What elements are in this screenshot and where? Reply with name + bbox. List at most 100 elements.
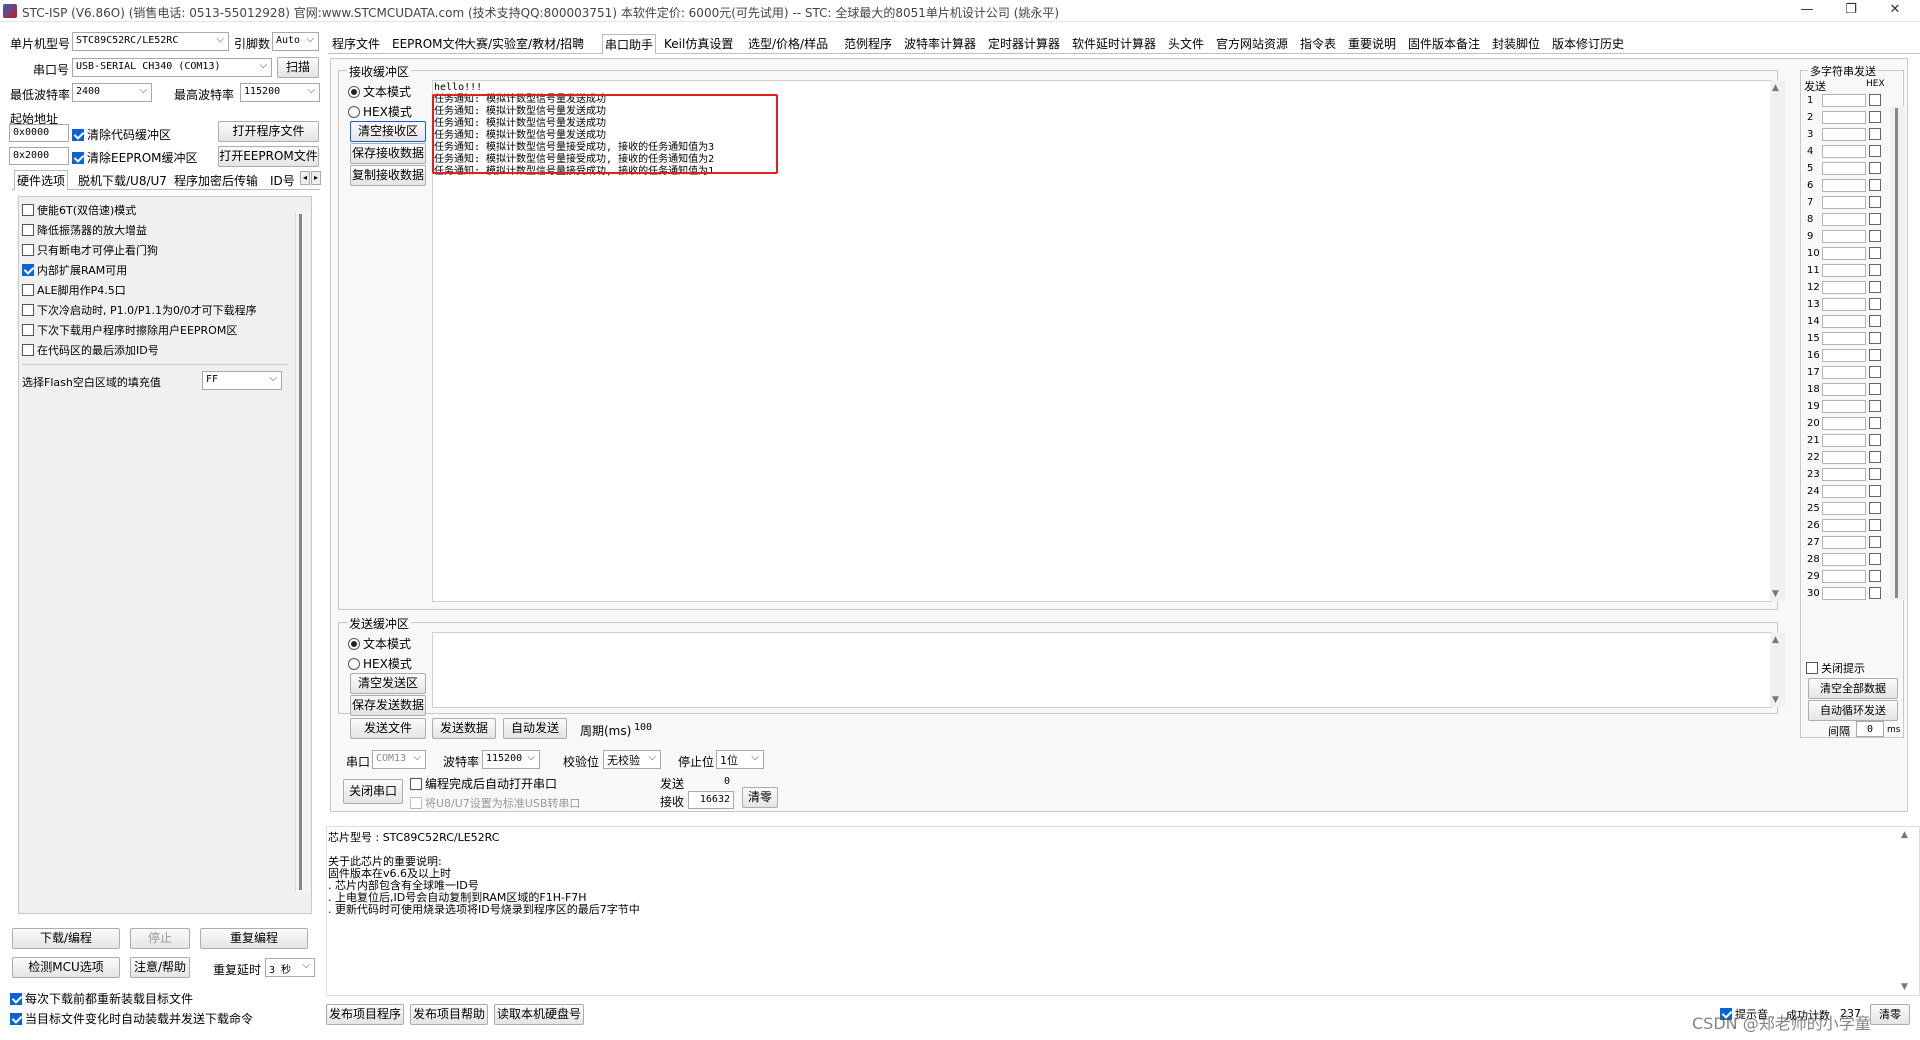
multi-row-hex-checkbox[interactable]	[1869, 128, 1881, 140]
eeprom-addr-input[interactable]: 0x2000	[9, 147, 69, 165]
option-checkbox[interactable]: 只有断电才可停止看门狗	[22, 242, 158, 258]
tab-2[interactable]: 大赛/实验室/教材/招聘	[462, 34, 586, 54]
multi-row-input[interactable]	[1822, 366, 1866, 379]
min-baud-select[interactable]: 2400 ⌵	[72, 83, 152, 102]
multi-row-input[interactable]	[1822, 298, 1866, 311]
multi-row-input[interactable]	[1822, 587, 1866, 600]
multi-row-hex-checkbox[interactable]	[1869, 434, 1881, 446]
multi-scrollbar[interactable]	[1890, 106, 1905, 600]
maximize-icon[interactable]: ❐	[1836, 2, 1866, 17]
mcu-select[interactable]: STC89C52RC/LE52RC ⌵	[72, 32, 229, 51]
multi-row-hex-checkbox[interactable]	[1869, 298, 1881, 310]
save-send-button[interactable]: 保存发送数据	[350, 695, 426, 716]
multi-row-input[interactable]	[1822, 145, 1866, 158]
fill-select[interactable]: FF ⌵	[202, 371, 282, 390]
multi-row-hex-checkbox[interactable]	[1869, 485, 1881, 497]
code-addr-input[interactable]: 0x0000	[9, 124, 69, 142]
tab-right-icon[interactable]: ▸	[311, 171, 321, 185]
options-scrollbar[interactable]	[295, 212, 310, 892]
max-baud-select[interactable]: 115200 ⌵	[240, 83, 320, 102]
scroll-down-icon[interactable]: ▼	[1901, 982, 1908, 992]
multi-row-hex-checkbox[interactable]	[1869, 553, 1881, 565]
multi-row-hex-checkbox[interactable]	[1869, 349, 1881, 361]
tab-10[interactable]: 头文件	[1166, 34, 1206, 54]
multi-row-hex-checkbox[interactable]	[1869, 230, 1881, 242]
tab-0[interactable]: 程序文件	[330, 34, 382, 54]
multi-row-input[interactable]	[1822, 485, 1866, 498]
multi-row-hex-checkbox[interactable]	[1869, 145, 1881, 157]
multi-row-hex-checkbox[interactable]	[1869, 247, 1881, 259]
tab-offline[interactable]: 脱机下载/U8/U7	[76, 171, 169, 191]
tab-12[interactable]: 指令表	[1298, 34, 1338, 54]
tab-14[interactable]: 固件版本备注	[1406, 34, 1482, 54]
clear-count-button[interactable]: 清零	[742, 787, 778, 808]
auto-open-checkbox[interactable]: 编程完成后自动打开串口	[410, 775, 557, 792]
multi-row-hex-checkbox[interactable]	[1869, 366, 1881, 378]
multi-row-hex-checkbox[interactable]	[1869, 570, 1881, 582]
detect-mcu-button[interactable]: 检测MCU选项	[12, 957, 120, 978]
publish-program-button[interactable]: 发布项目程序	[326, 1004, 404, 1025]
scroll-down-icon[interactable]: ▼	[1772, 695, 1779, 705]
publish-help-button[interactable]: 发布项目帮助	[410, 1004, 488, 1025]
multi-row-input[interactable]	[1822, 162, 1866, 175]
scroll-down-icon[interactable]: ▼	[1772, 589, 1779, 599]
stop-button[interactable]: 停止	[130, 928, 190, 949]
option-checkbox[interactable]: 内部扩展RAM可用	[22, 262, 127, 278]
multi-row-input[interactable]	[1822, 519, 1866, 532]
tab-5[interactable]: 选型/价格/样品	[746, 34, 830, 54]
multi-row-hex-checkbox[interactable]	[1869, 213, 1881, 225]
multi-row-input[interactable]	[1822, 281, 1866, 294]
scan-button[interactable]: 扫描	[277, 57, 319, 78]
multi-row-input[interactable]	[1822, 128, 1866, 141]
multi-row-hex-checkbox[interactable]	[1869, 587, 1881, 599]
multi-row-hex-checkbox[interactable]	[1869, 264, 1881, 276]
tab-16[interactable]: 版本修订历史	[1550, 34, 1626, 54]
open-program-button[interactable]: 打开程序文件	[218, 121, 319, 142]
multi-row-input[interactable]	[1822, 94, 1866, 107]
clear-success-button[interactable]: 清零	[1870, 1004, 1910, 1025]
tab-15[interactable]: 封装脚位	[1490, 34, 1542, 54]
multi-row-input[interactable]	[1822, 417, 1866, 430]
interval-input[interactable]: 0	[1856, 721, 1884, 737]
option-checkbox[interactable]: 下次下载用户程序时擦除用户EEPROM区	[22, 322, 237, 338]
read-disk-button[interactable]: 读取本机硬盘号	[494, 1004, 584, 1025]
pin-select[interactable]: Auto ⌵	[272, 32, 319, 51]
send-scrollbar[interactable]: ▲ ▼	[1770, 633, 1785, 707]
multi-row-hex-checkbox[interactable]	[1869, 519, 1881, 531]
scroll-up-icon[interactable]: ▲	[1772, 635, 1779, 645]
recv-hex-mode-radio[interactable]: HEX模式	[348, 103, 412, 120]
scroll-up-icon[interactable]: ▲	[1772, 83, 1779, 93]
option-checkbox[interactable]: ALE脚用作P4.5口	[22, 282, 126, 298]
delay-select[interactable]: 3 秒 ⌵	[265, 958, 315, 977]
multi-row-input[interactable]	[1822, 468, 1866, 481]
tab-3[interactable]: 串口助手	[602, 34, 657, 54]
recv-text-mode-radio[interactable]: 文本模式	[348, 83, 411, 100]
usb-cdc-checkbox[interactable]: 将U8/U7设置为标准USB转串口	[410, 795, 580, 811]
multi-row-input[interactable]	[1822, 383, 1866, 396]
multi-row-hex-checkbox[interactable]	[1869, 468, 1881, 480]
download-button[interactable]: 下载/编程	[12, 928, 120, 949]
multi-row-input[interactable]	[1822, 570, 1866, 583]
tab-7[interactable]: 波特率计算器	[902, 34, 978, 54]
close-icon[interactable]: ✕	[1880, 2, 1910, 17]
tab-8[interactable]: 定时器计算器	[986, 34, 1062, 54]
multi-row-input[interactable]	[1822, 502, 1866, 515]
multi-row-hex-checkbox[interactable]	[1869, 451, 1881, 463]
close-hint-checkbox[interactable]: 关闭提示	[1806, 660, 1865, 676]
multi-row-hex-checkbox[interactable]	[1869, 383, 1881, 395]
multi-row-hex-checkbox[interactable]	[1869, 315, 1881, 327]
multi-row-input[interactable]	[1822, 434, 1866, 447]
multi-row-hex-checkbox[interactable]	[1869, 94, 1881, 106]
multi-row-input[interactable]	[1822, 111, 1866, 124]
multi-row-input[interactable]	[1822, 451, 1866, 464]
send-file-button[interactable]: 发送文件	[350, 718, 426, 739]
option-checkbox[interactable]: 下次冷启动时, P1.0/P1.1为0/0才可下载程序	[22, 302, 257, 318]
clear-eeprom-checkbox[interactable]: 清除EEPROM缓冲区	[72, 149, 198, 166]
multi-row-input[interactable]	[1822, 264, 1866, 277]
period-input[interactable]: 100	[630, 719, 660, 737]
tab-13[interactable]: 重要说明	[1346, 34, 1398, 54]
clear-recv-button[interactable]: 清空接收区	[350, 121, 426, 142]
tab-1[interactable]: EEPROM文件	[390, 34, 469, 54]
tab-9[interactable]: 软件延时计算器	[1070, 34, 1158, 54]
info-scrollbar[interactable]: ▲ ▼	[1898, 828, 1913, 994]
